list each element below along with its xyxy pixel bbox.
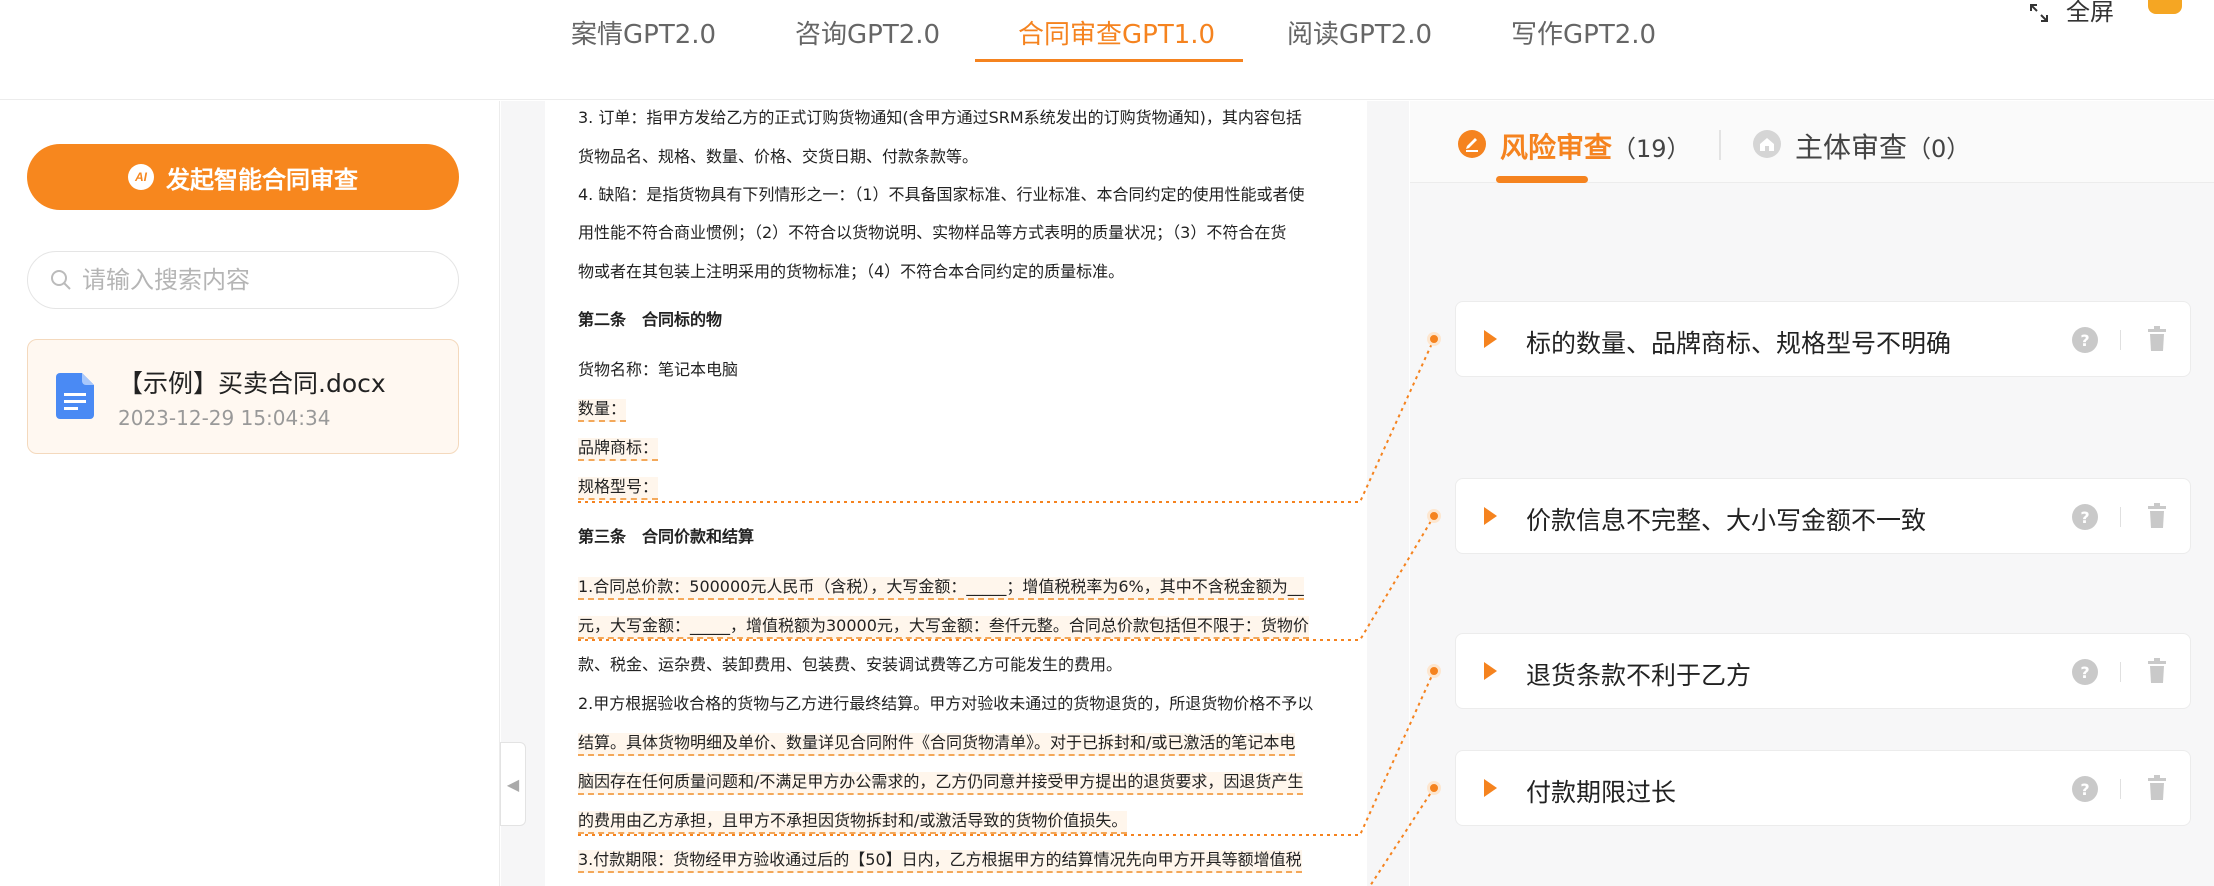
expand-arrow-icon[interactable]	[1484, 507, 1497, 525]
document-line-highlighted: 1.合同总价款：500000元人民币（含税），大写金额：_____；增值税税率为…	[578, 577, 1304, 600]
tab-risk-review-count: （19）	[1612, 135, 1691, 163]
risk-highlight[interactable]: 结算。具体货物明细及单价、数量详见合同附件《合同货物清单》。对于已拆封和/或已激…	[578, 733, 1296, 756]
file-date: 2023-12-29 15:04:34	[118, 406, 331, 430]
document-line: 3. 订单：指甲方发给乙方的正式订购货物通知(含甲方通过SRM系统发出的订购货物…	[578, 108, 1302, 127]
document-line: 用性能不符合商业惯例；（2）不符合以货物说明、实物样品等方式表明的质量状况；（3…	[578, 223, 1287, 242]
card-divider	[2120, 662, 2121, 682]
expand-icon	[2030, 4, 2048, 22]
document-line-highlighted: 品牌商标：	[578, 438, 659, 461]
document-line: 款、税金、运杂费、装卸费用、包装费、安装调试费等乙方可能发生的费用。	[578, 655, 1123, 674]
tab-case-gpt[interactable]: 案情GPT2.0	[571, 14, 716, 51]
document-line-highlighted: 3.付款期限：货物经甲方验收通过后的【50】日内，乙方根据甲方的结算情况先向甲方…	[578, 850, 1302, 873]
risk-title: 退货条款不利于乙方	[1526, 661, 1752, 690]
document-line: 物或者在其包装上注明采用的货物标准；（4）不符合本合同约定的质量标准。	[578, 262, 1125, 281]
document-line: 货物名称：笔记本电脑	[578, 360, 739, 379]
card-divider	[2120, 507, 2121, 527]
tab-contract-review-gpt[interactable]: 合同审查GPT1.0	[1018, 14, 1215, 51]
risk-item[interactable]: 付款期限过长 ?	[1455, 750, 2191, 826]
document-line-highlighted: 的费用由乙方承担，且甲方不承担因货物拆封和/或激活导致的货物价值损失。	[578, 811, 1128, 834]
search-input[interactable]	[82, 266, 442, 294]
risk-anchor-dot	[1427, 509, 1441, 523]
risk-title: 付款期限过长	[1526, 778, 1677, 807]
tab-consult-gpt[interactable]: 咨询GPT2.0	[795, 14, 940, 51]
tab-divider	[1719, 130, 1721, 160]
risk-highlight[interactable]: 1.合同总价款：500000元人民币（含税），大写金额：_____；增值税税率为…	[578, 577, 1304, 600]
card-divider	[2120, 779, 2121, 799]
search-box	[27, 251, 459, 309]
ai-icon: AI	[128, 164, 154, 190]
help-icon[interactable]: ?	[2072, 776, 2098, 802]
document-line-highlighted: 规格型号：	[578, 477, 659, 500]
fullscreen-button[interactable]: 全屏	[2030, 0, 2114, 27]
document-line-highlighted: 结算。具体货物明细及单价、数量详见合同附件《合同货物清单》。对于已拆封和/或已激…	[578, 733, 1296, 756]
top-nav: 案情GPT2.0 咨询GPT2.0 合同审查GPT1.0 阅读GPT2.0 写作…	[0, 0, 2214, 100]
help-icon[interactable]: ?	[2072, 327, 2098, 353]
search-icon	[51, 270, 71, 290]
risk-highlight[interactable]: 的费用由乙方承担，且甲方不承担因货物拆封和/或激活导致的货物价值损失。	[578, 811, 1128, 834]
home-icon	[1753, 130, 1781, 158]
tab-subject-review[interactable]: 主体审查（0）	[1795, 126, 1970, 166]
risk-highlight[interactable]: 数量：	[578, 399, 627, 422]
document-line: 货物品名、规格、数量、价格、交货日期、付款条款等。	[578, 147, 979, 166]
risk-item[interactable]: 标的数量、品牌商标、规格型号不明确 ?	[1455, 301, 2191, 377]
risk-anchor-dot	[1427, 332, 1441, 346]
file-name: 【示例】买卖合同.docx	[118, 369, 386, 398]
help-icon[interactable]: ?	[2072, 659, 2098, 685]
fullscreen-label: 全屏	[2066, 0, 2114, 26]
section-heading: 第二条 合同标的物	[578, 310, 723, 329]
tab-subject-review-count: （0）	[1907, 135, 1971, 163]
user-badge[interactable]	[2148, 0, 2182, 14]
tab-reading-gpt[interactable]: 阅读GPT2.0	[1287, 14, 1432, 51]
card-divider	[2120, 330, 2121, 350]
risk-highlight[interactable]: 规格型号：	[578, 477, 659, 500]
risk-review-icon	[1458, 130, 1486, 158]
risk-title: 标的数量、品牌商标、规格型号不明确	[1526, 329, 1952, 358]
help-icon[interactable]: ?	[2072, 504, 2098, 530]
expand-arrow-icon[interactable]	[1484, 779, 1497, 797]
tab-risk-review-label: 风险审查	[1500, 131, 1613, 164]
trash-icon[interactable]	[2146, 658, 2168, 684]
risk-highlight[interactable]: 元，大写金额：_____，增值税额为30000元，大写金额：叁仟元整。合同总价款…	[578, 616, 1309, 639]
start-contract-review-button[interactable]: AI 发起智能合同审查	[27, 144, 459, 210]
tab-subject-review-label: 主体审查	[1795, 131, 1908, 164]
tab-risk-review[interactable]: 风险审查（19）	[1500, 126, 1691, 166]
risk-title: 价款信息不完整、大小写金额不一致	[1526, 506, 1927, 535]
risk-highlight[interactable]: 脑因存在任何质量问题和/不满足甲方办公需求的，乙方仍同意并接受甲方提出的退货要求…	[578, 772, 1304, 795]
word-document-icon	[56, 373, 94, 419]
document-line: 2.甲方根据验收合格的货物与乙方进行最终结算。甲方对验收未通过的货物退货的，所退…	[578, 694, 1314, 713]
review-tab-indicator	[1496, 176, 1588, 183]
tab-writing-gpt[interactable]: 写作GPT2.0	[1511, 14, 1656, 51]
document-line-highlighted: 元，大写金额：_____，增值税额为30000元，大写金额：叁仟元整。合同总价款…	[578, 616, 1309, 639]
risk-anchor-dot	[1427, 664, 1441, 678]
start-button-label: 发起智能合同审查	[166, 166, 358, 194]
trash-icon[interactable]	[2146, 326, 2168, 352]
active-tab-indicator	[975, 59, 1243, 62]
file-item[interactable]: 【示例】买卖合同.docx 2023-12-29 15:04:34	[27, 339, 459, 454]
document-line-highlighted: 数量：	[578, 399, 627, 422]
expand-arrow-icon[interactable]	[1484, 662, 1497, 680]
expand-arrow-icon[interactable]	[1484, 330, 1497, 348]
collapse-sidebar-button[interactable]: ◀	[500, 742, 526, 826]
left-panel: AI 发起智能合同审查 【示例】买卖合同.docx 2023-12-29 15:…	[0, 101, 500, 886]
section-heading: 第三条 合同价款和结算	[578, 527, 755, 546]
risk-highlight[interactable]: 3.付款期限：货物经甲方验收通过后的【50】日内，乙方根据甲方的结算情况先向甲方…	[578, 850, 1302, 873]
trash-icon[interactable]	[2146, 775, 2168, 801]
risk-highlight[interactable]: 品牌商标：	[578, 438, 659, 461]
document-line: 4. 缺陷：是指货物具有下列情形之一：（1）不具备国家标准、行业标准、本合同约定…	[578, 185, 1305, 204]
risk-anchor-dot	[1427, 781, 1441, 795]
risk-item[interactable]: 退货条款不利于乙方 ?	[1455, 633, 2191, 709]
document-line-highlighted: 脑因存在任何质量问题和/不满足甲方办公需求的，乙方仍同意并接受甲方提出的退货要求…	[578, 772, 1304, 795]
chevron-left-icon: ◀	[506, 774, 520, 794]
document-page	[545, 101, 1367, 886]
trash-icon[interactable]	[2146, 503, 2168, 529]
risk-item[interactable]: 价款信息不完整、大小写金额不一致 ?	[1455, 478, 2191, 554]
